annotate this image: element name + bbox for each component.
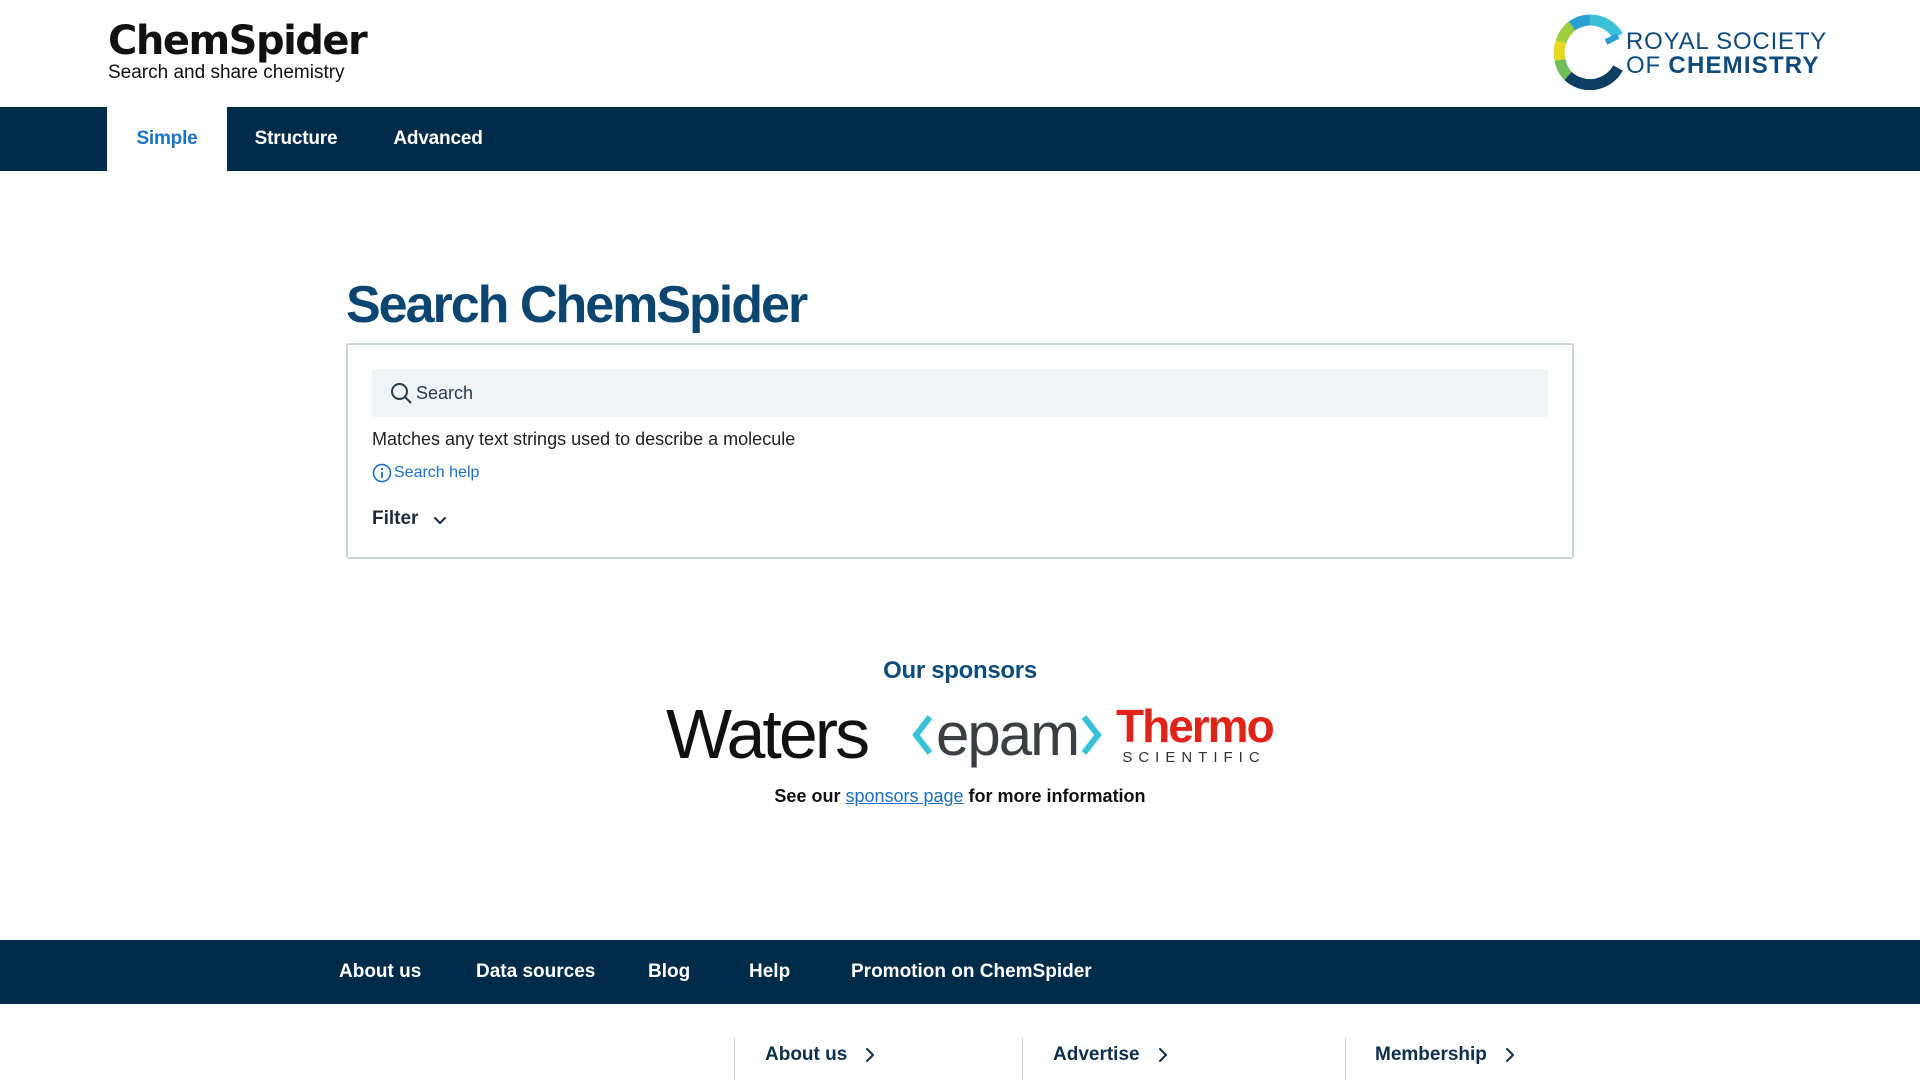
search-help-label: Search help bbox=[394, 464, 480, 481]
epam-wordmark: epam bbox=[936, 701, 1080, 768]
footer-link-help[interactable]: Help bbox=[749, 940, 790, 1004]
footer-link-blog[interactable]: Blog bbox=[648, 940, 690, 1004]
sponsor-logo-waters[interactable]: Waters bbox=[666, 694, 870, 774]
tab-simple[interactable]: Simple bbox=[107, 107, 227, 171]
rsc-logo-mark-icon bbox=[1553, 14, 1623, 90]
footer-lower: About us Advertise Membership bbox=[0, 1004, 1920, 1080]
search-icon bbox=[391, 383, 412, 404]
footer-divider bbox=[1022, 1038, 1023, 1080]
rsc-logo[interactable]: ROYAL SOCIETY OF CHEMISTRY bbox=[1552, 14, 1826, 90]
tab-structure[interactable]: Structure bbox=[227, 107, 365, 171]
page-title: Search ChemSpider bbox=[346, 276, 808, 334]
sponsors-note-suffix: for more information bbox=[963, 786, 1146, 806]
footer-advertise-link[interactable]: Advertise bbox=[1053, 1044, 1172, 1066]
tab-advanced[interactable]: Advanced bbox=[365, 107, 511, 171]
chevron-right-icon bbox=[1158, 1048, 1167, 1062]
sponsors-page-link[interactable]: sponsors page bbox=[845, 786, 963, 806]
epam-right-bracket-icon bbox=[1081, 715, 1102, 755]
search-card: Matches any text strings used to describ… bbox=[346, 343, 1574, 559]
sponsors-note-prefix: See our bbox=[774, 786, 846, 806]
search-box[interactable] bbox=[372, 369, 1548, 417]
thermo-wordmark: Thermo bbox=[1116, 700, 1275, 752]
chemspider-logo[interactable]: ChemSpider Search and share chemistry bbox=[108, 18, 368, 84]
sponsor-logo-epam[interactable]: epam bbox=[912, 700, 1102, 770]
search-help-link[interactable]: Search help bbox=[372, 463, 479, 483]
rsc-logo-line2-prefix: OF bbox=[1626, 52, 1669, 79]
footer-membership-link[interactable]: Membership bbox=[1375, 1044, 1519, 1066]
footer-link-promotion[interactable]: Promotion on ChemSpider bbox=[851, 940, 1092, 1004]
footer-about-us-label: About us bbox=[765, 1044, 848, 1065]
epam-left-bracket-icon bbox=[912, 715, 933, 755]
info-icon bbox=[372, 463, 392, 483]
sponsor-logo-thermo[interactable]: Thermo SCIENTIFIC bbox=[1116, 700, 1275, 766]
footer-link-data-sources[interactable]: Data sources bbox=[476, 940, 595, 1004]
rsc-logo-text: ROYAL SOCIETY OF CHEMISTRY bbox=[1626, 30, 1827, 78]
chemspider-logo-name: ChemSpider bbox=[108, 18, 368, 64]
rsc-logo-line2-bold: CHEMISTRY bbox=[1668, 52, 1820, 79]
sponsors-note: See our sponsors page for more informati… bbox=[0, 786, 1920, 807]
site-header: ChemSpider Search and share chemistry RO… bbox=[0, 0, 1920, 107]
filter-label: Filter bbox=[372, 508, 419, 529]
footer-nav: About us Data sources Blog Help Promotio… bbox=[0, 940, 1920, 1004]
chevron-right-icon bbox=[1505, 1048, 1514, 1062]
thermo-subtitle: SCIENTIFIC bbox=[1122, 749, 1266, 766]
rsc-logo-line1: ROYAL SOCIETY bbox=[1626, 28, 1828, 55]
chevron-right-icon bbox=[866, 1048, 875, 1062]
footer-membership-label: Membership bbox=[1375, 1044, 1487, 1065]
search-input[interactable] bbox=[416, 369, 1536, 417]
footer-divider bbox=[1345, 1038, 1346, 1080]
footer-divider bbox=[734, 1038, 735, 1080]
footer-advertise-label: Advertise bbox=[1053, 1044, 1140, 1065]
footer-link-about-us[interactable]: About us bbox=[339, 940, 421, 1004]
filter-toggle[interactable]: Filter bbox=[372, 507, 450, 531]
chevron-down-icon bbox=[434, 517, 447, 524]
search-description: Matches any text strings used to describ… bbox=[372, 429, 796, 449]
chemspider-logo-tagline: Search and share chemistry bbox=[108, 62, 345, 83]
search-type-nav: Simple Structure Advanced bbox=[0, 107, 1920, 171]
sponsors-heading: Our sponsors bbox=[883, 657, 1037, 684]
footer-about-us-link[interactable]: About us bbox=[765, 1044, 879, 1066]
